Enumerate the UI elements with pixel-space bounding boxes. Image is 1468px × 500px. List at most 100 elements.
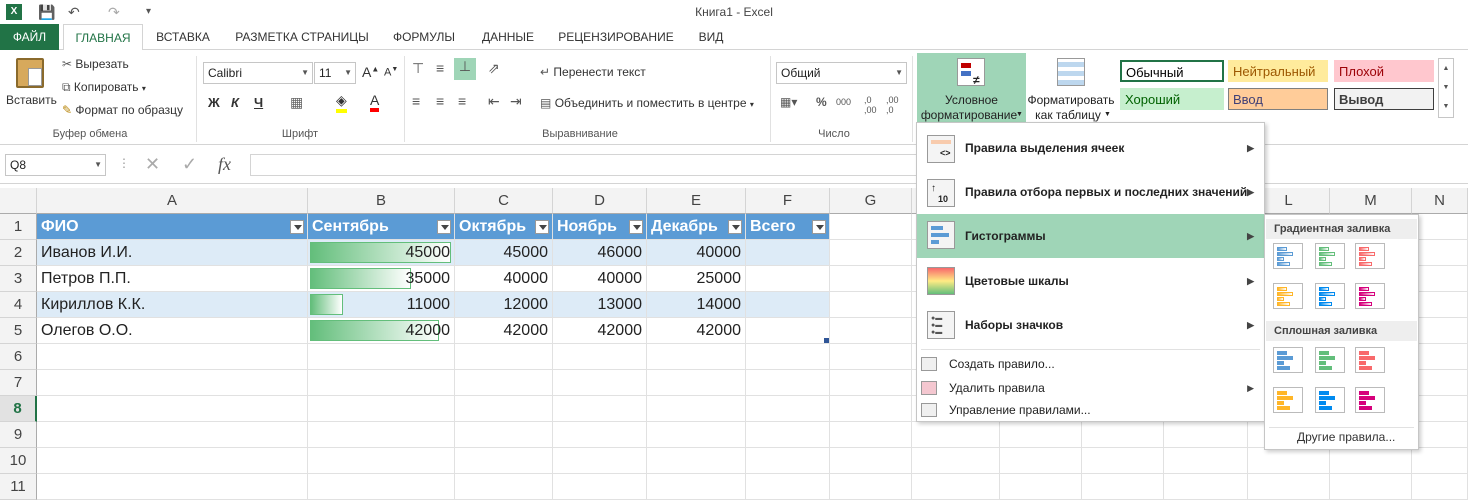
grid-cell[interactable]	[1330, 474, 1412, 500]
grid-cell[interactable]	[1000, 422, 1082, 448]
grid-cell[interactable]	[647, 370, 746, 396]
grid-cell[interactable]	[308, 422, 455, 448]
format-as-table-button[interactable]: Форматировать как таблицу ▼	[1026, 53, 1116, 123]
table-value-cell[interactable]	[746, 266, 830, 292]
grid-cell[interactable]	[746, 448, 830, 474]
grid-cell[interactable]	[455, 344, 553, 370]
row-header[interactable]: 10	[0, 448, 37, 474]
grid-cell[interactable]	[1164, 448, 1248, 474]
grid-cell[interactable]	[1412, 266, 1468, 292]
grid-cell[interactable]	[912, 422, 1000, 448]
grid-cell[interactable]	[37, 422, 308, 448]
grid-cell[interactable]	[830, 448, 912, 474]
solid-data-bar-option[interactable]	[1315, 387, 1345, 413]
grid-cell[interactable]	[830, 240, 912, 266]
tab-data[interactable]: ДАННЫЕ	[472, 24, 544, 50]
filter-dropdown-icon[interactable]	[535, 220, 549, 234]
grid-cell[interactable]	[647, 396, 746, 422]
grid-cell[interactable]	[553, 344, 647, 370]
table-header-cell[interactable]: Декабрь	[647, 214, 746, 240]
grid-cell[interactable]	[746, 474, 830, 500]
column-header[interactable]: G	[830, 188, 912, 214]
grid-cell[interactable]	[308, 448, 455, 474]
gradient-data-bar-option[interactable]	[1355, 283, 1385, 309]
format-painter-button[interactable]: ✎ Формат по образцу	[62, 103, 183, 117]
grid-cell[interactable]	[1412, 344, 1468, 370]
row-header[interactable]: 1	[0, 214, 37, 240]
thousands-icon[interactable]: 000	[836, 97, 851, 107]
row-header[interactable]: 6	[0, 344, 37, 370]
grid-cell[interactable]	[830, 318, 912, 344]
grid-cell[interactable]	[746, 344, 830, 370]
font-size-select[interactable]: 11 ▼	[314, 62, 356, 84]
font-color-icon[interactable]: A	[370, 92, 380, 112]
grid-cell[interactable]	[830, 214, 912, 240]
bold-button[interactable]: Ж	[208, 95, 220, 110]
filter-dropdown-icon[interactable]	[290, 220, 304, 234]
grid-cell[interactable]	[455, 370, 553, 396]
table-value-cell[interactable]: 35000	[308, 266, 455, 292]
confirm-icon[interactable]: ✓	[182, 154, 197, 175]
cell-style-option[interactable]: Вывод	[1334, 88, 1434, 110]
conditional-formatting-button[interactable]: ≠ Условное форматирование ▼	[917, 53, 1026, 123]
gradient-data-bar-option[interactable]	[1273, 243, 1303, 269]
grid-cell[interactable]	[37, 448, 308, 474]
row-header[interactable]: 9	[0, 422, 37, 448]
shrink-font-icon[interactable]: A▼	[384, 66, 398, 79]
grid-cell[interactable]	[1164, 474, 1248, 500]
grid-cell[interactable]	[553, 370, 647, 396]
column-header[interactable]: C	[455, 188, 553, 214]
formula-input[interactable]	[250, 154, 918, 176]
solid-data-bar-option[interactable]	[1273, 387, 1303, 413]
table-name-cell[interactable]: Кириллов К.К.	[37, 292, 308, 318]
table-name-cell[interactable]: Олегов О.О.	[37, 318, 308, 344]
cut-button[interactable]: ✂ Вырезать	[62, 57, 129, 71]
table-name-cell[interactable]: Петров П.П.	[37, 266, 308, 292]
grid-cell[interactable]	[1412, 448, 1468, 474]
grid-cell[interactable]	[1082, 474, 1164, 500]
tab-page-layout[interactable]: РАЗМЕТКА СТРАНИЦЫ	[228, 24, 376, 50]
grid-cell[interactable]	[830, 370, 912, 396]
align-middle-icon[interactable]: ≡	[436, 60, 444, 76]
gradient-data-bar-option[interactable]	[1315, 243, 1345, 269]
grid-cell[interactable]	[1330, 448, 1412, 474]
align-right-icon[interactable]: ≡	[458, 93, 466, 109]
row-header[interactable]: 8	[0, 396, 37, 422]
cancel-icon[interactable]: ✕	[145, 154, 160, 175]
grid-cell[interactable]	[455, 396, 553, 422]
wrap-text-button[interactable]: ↵ Перенести текст	[540, 65, 646, 79]
grid-cell[interactable]	[308, 396, 455, 422]
grid-cell[interactable]	[1412, 292, 1468, 318]
cell-style-option[interactable]: Хороший	[1120, 88, 1224, 110]
table-header-cell[interactable]: Всего	[746, 214, 830, 240]
grid-cell[interactable]	[1412, 422, 1468, 448]
tab-insert[interactable]: ВСТАВКА	[148, 24, 218, 50]
name-box[interactable]: Q8 ▼	[5, 154, 106, 176]
grid-cell[interactable]	[1000, 448, 1082, 474]
menu-item-new-rule[interactable]: Создать правило...	[917, 353, 1264, 375]
grid-cell[interactable]	[746, 370, 830, 396]
table-value-cell[interactable]	[746, 292, 830, 318]
grid-cell[interactable]	[647, 344, 746, 370]
align-left-icon[interactable]: ≡	[412, 93, 420, 109]
grid-cell[interactable]	[830, 266, 912, 292]
insert-function-icon[interactable]: fx	[218, 154, 231, 175]
column-header[interactable]: A	[37, 188, 308, 214]
table-value-cell[interactable]: 45000	[455, 240, 553, 266]
grid-cell[interactable]	[1412, 396, 1468, 422]
grid-cell[interactable]	[455, 474, 553, 500]
solid-data-bar-option[interactable]	[1355, 347, 1385, 373]
table-value-cell[interactable]: 25000	[647, 266, 746, 292]
drag-handle-icon[interactable]: ⋮	[118, 156, 130, 170]
grid-cell[interactable]	[553, 396, 647, 422]
gallery-scroll[interactable]: ▲ ▼ ▼	[1438, 58, 1454, 118]
table-value-cell[interactable]: 42000	[553, 318, 647, 344]
align-center-icon[interactable]: ≡	[436, 93, 444, 109]
table-value-cell[interactable]: 11000	[308, 292, 455, 318]
filter-dropdown-icon[interactable]	[437, 220, 451, 234]
currency-icon[interactable]: ▦▾	[780, 95, 797, 109]
row-header[interactable]: 5	[0, 318, 37, 344]
table-value-cell[interactable]: 42000	[455, 318, 553, 344]
table-value-cell[interactable]: 45000	[308, 240, 455, 266]
tab-view[interactable]: ВИД	[690, 24, 732, 50]
